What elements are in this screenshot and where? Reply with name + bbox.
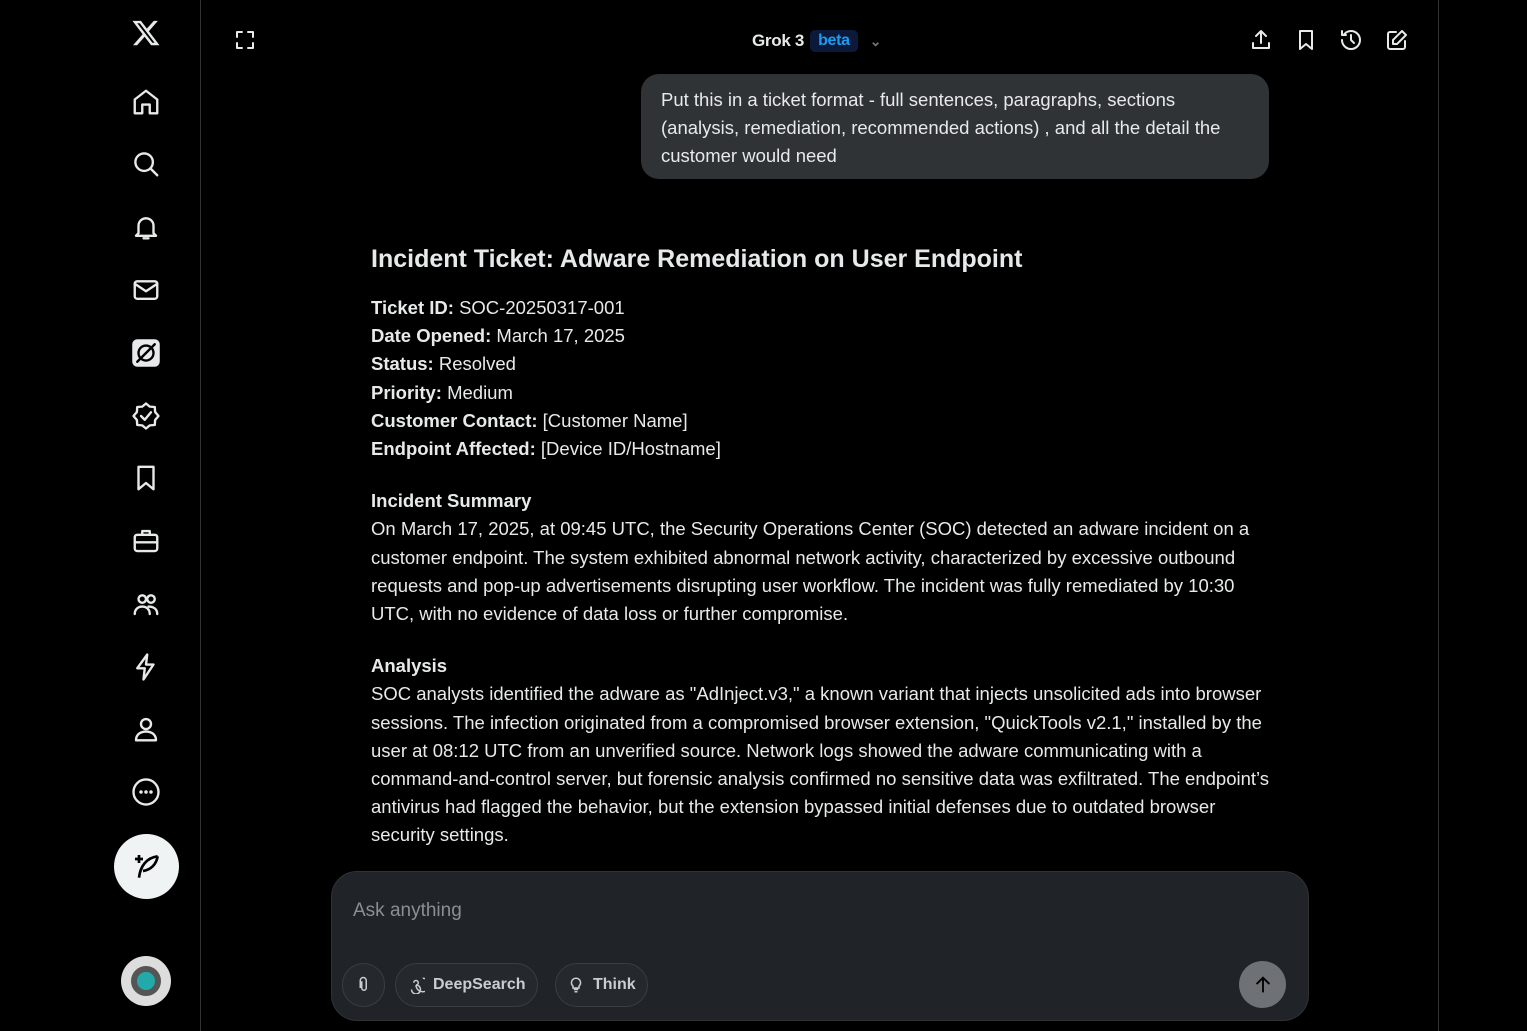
sidebar bbox=[0, 0, 201, 1031]
user-message: Put this in a ticket format - full sente… bbox=[641, 74, 1269, 179]
arrow-up-icon bbox=[1255, 975, 1270, 992]
compose-post-button[interactable] bbox=[114, 834, 179, 899]
bookmarks-icon[interactable] bbox=[126, 458, 166, 498]
response: Incident Ticket: Adware Remediation on U… bbox=[371, 240, 1271, 850]
field-label: Status: bbox=[371, 353, 434, 375]
ticket-field: Date Opened: March 17, 2025 bbox=[371, 322, 1271, 350]
analysis-text: SOC analysts identified the adware as "A… bbox=[371, 683, 1270, 846]
think-button[interactable]: Think bbox=[555, 963, 648, 1007]
paperclip-icon bbox=[359, 976, 367, 991]
profile-icon[interactable] bbox=[126, 709, 166, 749]
new-chat-icon[interactable] bbox=[1385, 28, 1411, 54]
ticket-field: Customer Contact: [Customer Name] bbox=[371, 407, 1271, 435]
share-icon[interactable] bbox=[1249, 28, 1275, 54]
ticket-title: Incident Ticket: Adware Remediation on U… bbox=[371, 245, 1023, 273]
verified-icon[interactable] bbox=[126, 396, 166, 436]
ticket-field: Endpoint Affected: [Device ID/Hostname] bbox=[371, 435, 1271, 463]
field-label: Endpoint Affected: bbox=[371, 438, 536, 460]
divider bbox=[1438, 0, 1439, 1031]
field-value: March 17, 2025 bbox=[491, 325, 625, 347]
deepsearch-button[interactable]: DeepSearch bbox=[395, 963, 538, 1007]
field-label: Ticket ID: bbox=[371, 297, 454, 318]
ask-input[interactable]: Ask anything bbox=[353, 900, 462, 922]
x-logo-icon[interactable] bbox=[126, 13, 166, 53]
beta-badge: beta bbox=[810, 30, 858, 52]
summary-heading: Incident Summary bbox=[371, 490, 532, 512]
ticket-field: Ticket ID: SOC-20250317-001 bbox=[371, 294, 1271, 322]
premium-icon[interactable] bbox=[126, 647, 166, 687]
deepsearch-label: DeepSearch bbox=[433, 976, 526, 993]
attach-button[interactable] bbox=[342, 963, 385, 1007]
field-value: [Customer Name] bbox=[537, 409, 688, 431]
field-value: SOC-20250317-001 bbox=[453, 297, 625, 318]
think-label: Think bbox=[593, 976, 636, 993]
home-icon[interactable] bbox=[126, 82, 166, 122]
communities-icon[interactable] bbox=[126, 584, 166, 624]
jobs-icon[interactable] bbox=[126, 521, 166, 561]
field-value: [Device ID/Hostname] bbox=[535, 438, 721, 460]
fullscreen-icon[interactable] bbox=[233, 28, 259, 54]
model-selector[interactable]: Grok 3 beta ⌄ bbox=[752, 30, 882, 52]
ticket-field: Status: Resolved bbox=[371, 350, 1271, 378]
summary-text: On March 17, 2025, at 09:45 UTC, the Sec… bbox=[371, 518, 1250, 625]
more-icon[interactable] bbox=[126, 772, 166, 812]
field-label: Customer Contact: bbox=[371, 409, 538, 431]
field-value: Medium bbox=[441, 381, 513, 403]
history-icon[interactable] bbox=[1339, 28, 1365, 54]
field-label: Date Opened: bbox=[371, 325, 492, 347]
chevron-down-icon: ⌄ bbox=[869, 32, 882, 49]
field-value: Resolved bbox=[433, 353, 516, 375]
messages-icon[interactable] bbox=[126, 270, 166, 310]
lightbulb-icon bbox=[570, 977, 582, 993]
field-label: Priority: bbox=[371, 381, 442, 403]
bookmark-icon[interactable] bbox=[1294, 28, 1320, 54]
send-button[interactable] bbox=[1239, 961, 1286, 1008]
deepsearch-icon bbox=[410, 977, 425, 994]
model-name: Grok 3 bbox=[752, 31, 805, 50]
notifications-icon[interactable] bbox=[126, 207, 166, 247]
avatar[interactable] bbox=[121, 956, 171, 1006]
composer: Ask anything DeepSearch Think bbox=[331, 871, 1309, 1021]
ticket-field: Priority: Medium bbox=[371, 379, 1271, 407]
search-icon[interactable] bbox=[126, 144, 166, 184]
analysis-heading: Analysis bbox=[371, 655, 448, 677]
grok-icon[interactable] bbox=[126, 333, 166, 373]
